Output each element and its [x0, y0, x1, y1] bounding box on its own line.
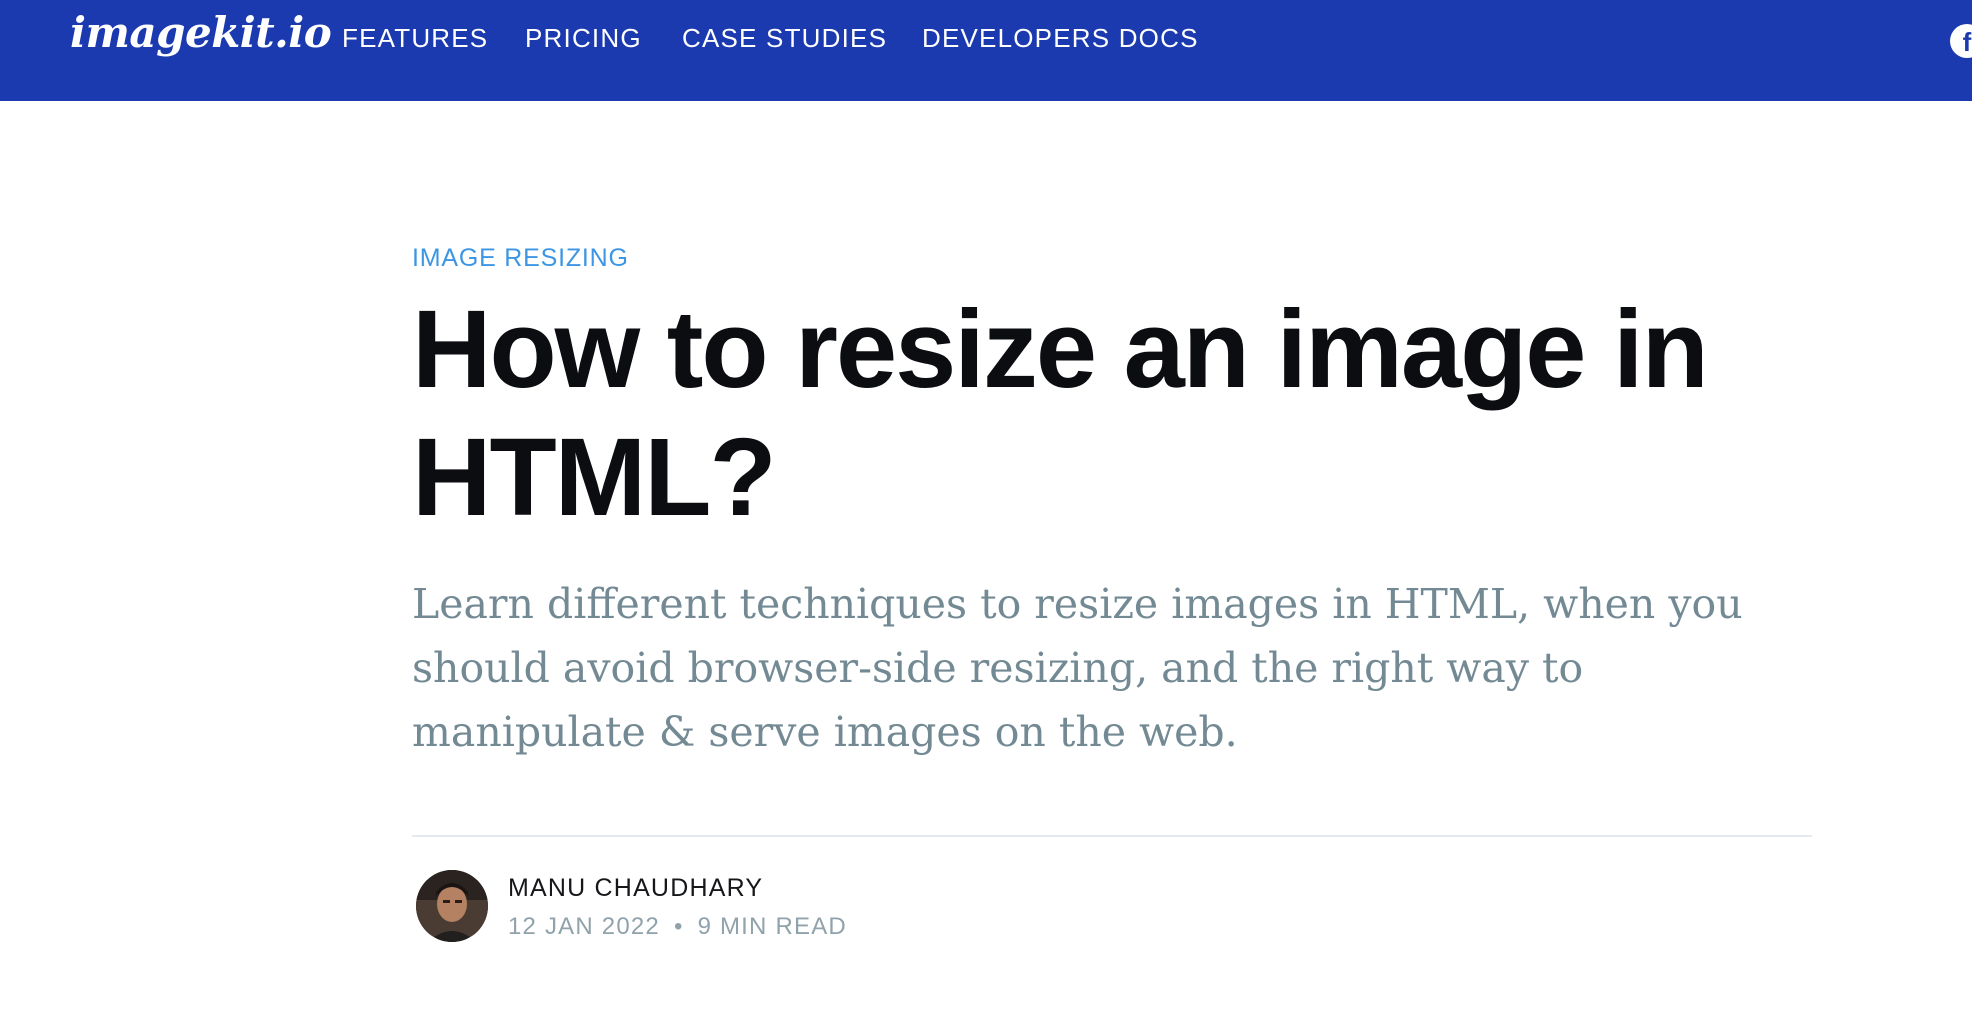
article-title: How to resize an image in HTML?: [412, 288, 1709, 539]
imagekit-logo[interactable]: imagekit.io: [70, 8, 332, 57]
reading-time: 9 MIN READ: [697, 913, 847, 940]
divider: [412, 835, 1812, 837]
nav-link-features[interactable]: FEATURES: [342, 23, 488, 54]
nav-link-pricing[interactable]: PRICING: [525, 23, 642, 54]
author-name[interactable]: MANU CHAUDHARY: [508, 874, 763, 903]
facebook-icon[interactable]: f: [1950, 24, 1972, 58]
article-excerpt: Learn different techniques to resize ima…: [412, 580, 1743, 756]
meta-separator: •: [673, 913, 684, 940]
top-navbar: imagekit.io FEATURES PRICING CASE STUDIE…: [0, 0, 1972, 101]
publish-date: 12 JAN 2022: [508, 913, 660, 940]
avatar-photo-icon: [416, 870, 488, 942]
article-tag[interactable]: IMAGE RESIZING: [412, 244, 629, 273]
nav-link-developers-docs[interactable]: DEVELOPERS DOCS: [922, 23, 1199, 54]
article-meta: 12 JAN 2022 • 9 MIN READ: [508, 913, 847, 941]
author-avatar[interactable]: [416, 870, 488, 942]
nav-link-case-studies[interactable]: CASE STUDIES: [682, 23, 887, 54]
